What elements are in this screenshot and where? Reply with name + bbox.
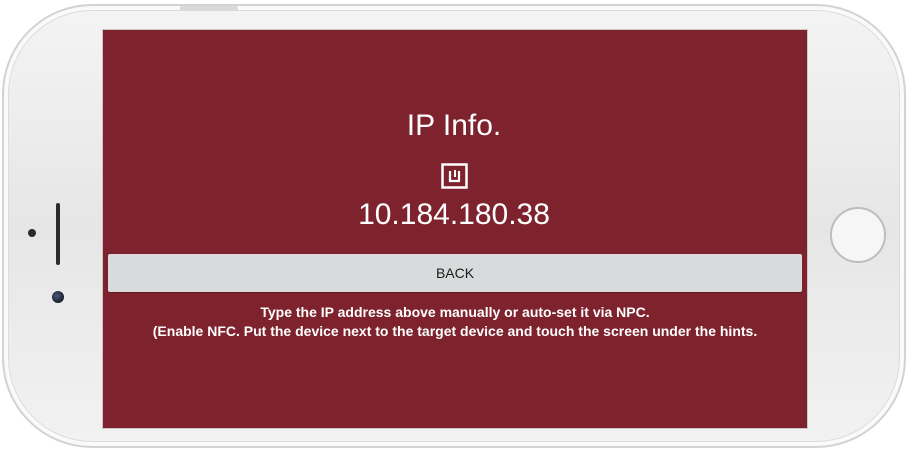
back-button[interactable]: BACK bbox=[108, 254, 802, 292]
ip-address: 10.184.180.38 bbox=[358, 198, 550, 231]
power-button bbox=[180, 6, 238, 11]
page-title: IP Info. bbox=[406, 109, 502, 142]
hint-line-1: Type the IP address above manually or au… bbox=[260, 304, 650, 320]
hint-line-2: (Enable NFC. Put the device next to the … bbox=[152, 323, 758, 339]
front-camera bbox=[52, 291, 64, 303]
hint-text: Type the IP address above manually or au… bbox=[150, 303, 760, 341]
nfc-icon bbox=[441, 163, 468, 189]
